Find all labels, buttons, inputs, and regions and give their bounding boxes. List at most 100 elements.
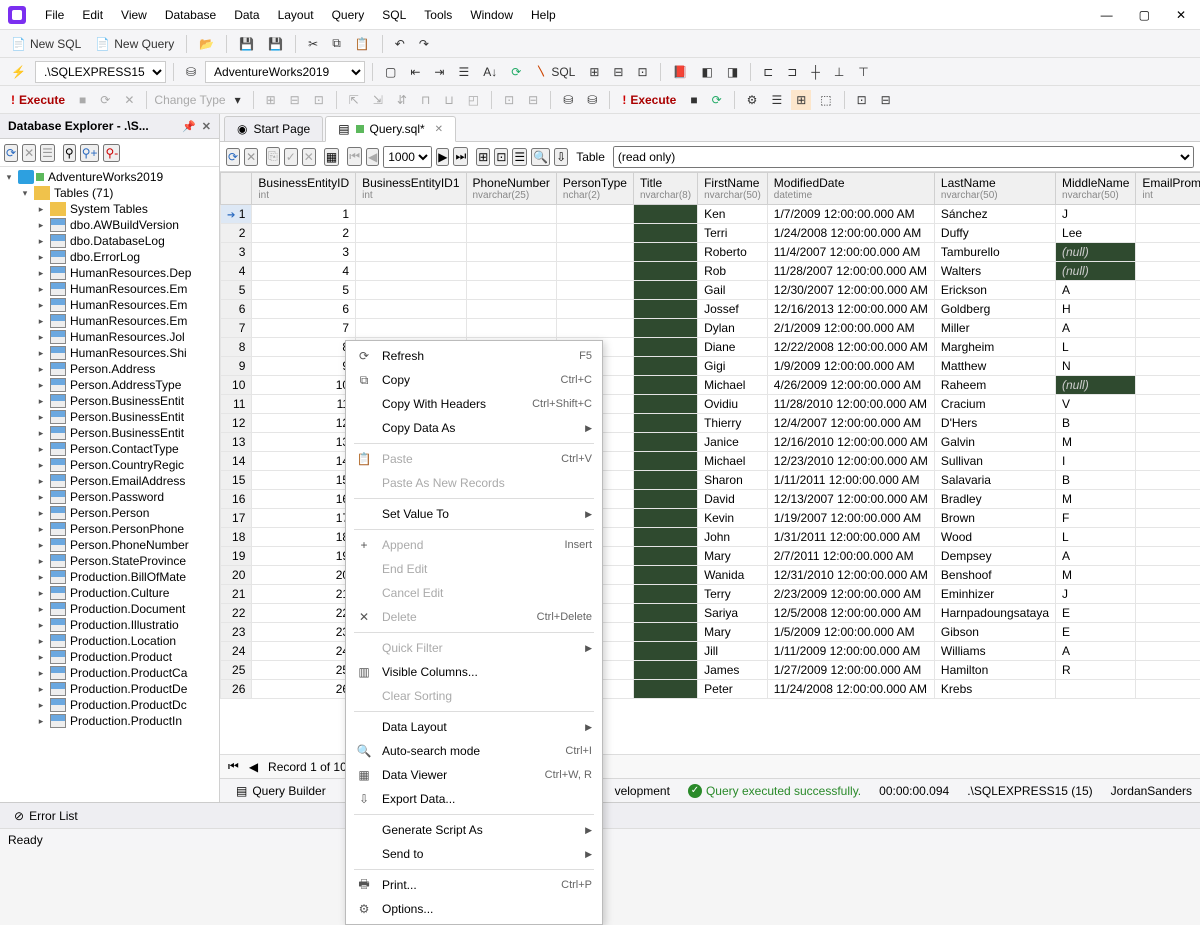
tb-btn[interactable]: ⊔ <box>439 90 458 110</box>
table-row[interactable]: 66Jossef12/16/2013 12:00:00.000 AMGoldbe… <box>221 300 1200 319</box>
tb-btn[interactable]: ⛁ <box>582 90 602 110</box>
database-combo[interactable]: AdventureWorks2019 <box>205 61 365 83</box>
menu-item-send-to[interactable]: Send to▶ <box>346 842 602 866</box>
tb-btn[interactable]: ⇵ <box>392 90 412 110</box>
prev-page-button[interactable]: ◀ <box>366 148 379 166</box>
refresh-grid-button[interactable]: ⟳ <box>226 148 240 166</box>
db-icon[interactable]: ⛁ <box>181 62 201 82</box>
tb-btn[interactable]: ◧ <box>697 62 718 82</box>
tree-item-23[interactable]: ▸Production.BillOfMate <box>0 569 219 585</box>
column-FirstName[interactable]: FirstNamenvarchar(50) <box>698 173 768 205</box>
stop-button[interactable]: ■ <box>685 90 702 110</box>
tb-btn[interactable]: ⊐ <box>782 62 802 82</box>
pin-icon[interactable]: 📌 <box>182 120 196 133</box>
menu-item-options-[interactable]: ⚙Options... <box>346 897 602 921</box>
tree-item-22[interactable]: ▸Person.StateProvince <box>0 553 219 569</box>
paste-button[interactable]: 📋 <box>350 34 375 54</box>
export-button[interactable]: ⇩ <box>554 148 568 166</box>
menu-database[interactable]: Database <box>156 4 225 26</box>
tb-btn[interactable]: ⊡ <box>499 90 519 110</box>
column-PersonType[interactable]: PersonTypenchar(2) <box>556 173 633 205</box>
menu-item-copy-with-headers[interactable]: Copy With HeadersCtrl+Shift+C <box>346 392 602 416</box>
tree-item-28[interactable]: ▸Production.Product <box>0 649 219 665</box>
open-button[interactable]: 📂 <box>194 34 219 54</box>
tb-btn[interactable]: ⬚ <box>815 90 836 110</box>
tree-item-14[interactable]: ▸Person.BusinessEntit <box>0 425 219 441</box>
card-mode-button[interactable]: ⊡ <box>494 148 508 166</box>
tb-btn[interactable]: ⊡ <box>852 90 872 110</box>
tree-item-19[interactable]: ▸Person.Person <box>0 505 219 521</box>
column-MiddleName[interactable]: MiddleNamenvarchar(50) <box>1056 173 1136 205</box>
grid-view-button[interactable]: ▦ <box>324 148 339 166</box>
tree-item-31[interactable]: ▸Production.ProductDc <box>0 697 219 713</box>
first-page-button[interactable]: ⏮ <box>347 147 362 166</box>
dropdown[interactable]: ▾ <box>230 90 246 110</box>
save-all-button[interactable]: 💾 <box>263 34 288 54</box>
menu-item-print-[interactable]: 🖶Print...Ctrl+P <box>346 873 602 897</box>
tree-item-13[interactable]: ▸Person.BusinessEntit <box>0 409 219 425</box>
first-record-button[interactable]: ⏮ <box>228 759 239 774</box>
refresh-tree-button[interactable]: ⟳ <box>4 144 18 162</box>
limit-select[interactable]: 1000 <box>383 146 432 168</box>
menu-item-data-viewer[interactable]: ▦Data ViewerCtrl+W, R <box>346 763 602 787</box>
tree-item-27[interactable]: ▸Production.Location <box>0 633 219 649</box>
tab-close-icon[interactable]: ✕ <box>435 124 443 135</box>
tree-item-0[interactable]: ▸System Tables <box>0 201 219 217</box>
tree-item-25[interactable]: ▸Production.Document <box>0 601 219 617</box>
tab-start-page[interactable]: ◉ Start Page <box>224 116 323 141</box>
table-row[interactable]: 44Rob11/28/2007 12:00:00.000 AMWalters(n… <box>221 262 1200 281</box>
tree-item-29[interactable]: ▸Production.ProductCa <box>0 665 219 681</box>
execute-button[interactable]: ! Execute <box>6 90 70 110</box>
menu-window[interactable]: Window <box>461 4 522 26</box>
tb-btn[interactable]: ⊤ <box>853 62 873 82</box>
tree-tables-folder[interactable]: ▾Tables (71) <box>0 185 219 201</box>
cut-button[interactable]: ✂ <box>303 34 323 54</box>
copy-button[interactable]: ⧉ <box>327 33 346 54</box>
tree-item-20[interactable]: ▸Person.PersonPhone <box>0 521 219 537</box>
properties-button[interactable]: ☰ <box>40 144 55 162</box>
tree-item-3[interactable]: ▸dbo.ErrorLog <box>0 249 219 265</box>
close-icon[interactable]: ✕ <box>202 120 211 133</box>
menu-query[interactable]: Query <box>323 4 374 26</box>
maximize-button[interactable]: ▢ <box>1133 6 1156 24</box>
tree-item-1[interactable]: ▸dbo.AWBuildVersion <box>0 217 219 233</box>
tb-btn[interactable]: ⊏ <box>758 62 778 82</box>
tree-item-11[interactable]: ▸Person.AddressType <box>0 377 219 393</box>
table-row[interactable]: 33Roberto11/4/2007 12:00:00.000 AMTambur… <box>221 243 1200 262</box>
tree-item-6[interactable]: ▸HumanResources.Em <box>0 297 219 313</box>
tb-btn[interactable]: ⊡ <box>632 62 652 82</box>
tb-btn[interactable]: ⊟ <box>876 90 896 110</box>
table-row[interactable]: ➔ 11Ken1/7/2009 12:00:00.000 AMSánchezJ0 <box>221 205 1200 224</box>
table-row[interactable]: 77Dylan2/1/2009 12:00:00.000 AMMillerA2 <box>221 319 1200 338</box>
tree-item-24[interactable]: ▸Production.Culture <box>0 585 219 601</box>
menu-layout[interactable]: Layout <box>269 4 323 26</box>
cancel-grid-button[interactable]: ✕ <box>244 148 258 166</box>
menu-item-set-value-to[interactable]: Set Value To▶ <box>346 502 602 526</box>
column-ModifiedDate[interactable]: ModifiedDatedatetime <box>767 173 934 205</box>
readonly-select[interactable]: (read only) <box>613 146 1194 168</box>
menu-item-visible-columns-[interactable]: ▥Visible Columns... <box>346 660 602 684</box>
stop-button[interactable]: ■ <box>74 90 91 110</box>
menu-item-data-layout[interactable]: Data Layout▶ <box>346 715 602 739</box>
tb-btn[interactable]: 📕 <box>668 62 693 82</box>
tb-btn[interactable]: ⚙ <box>742 90 763 110</box>
execute-button-2[interactable]: ! Execute <box>617 90 681 110</box>
filter-button[interactable]: ⚲ <box>63 144 76 162</box>
menu-item-export-data-[interactable]: ⇩Export Data... <box>346 787 602 811</box>
new-query-button[interactable]: 📄 New Query <box>90 34 179 54</box>
apply-button[interactable]: ✓ <box>284 148 298 166</box>
new-sql-button[interactable]: 📄 New SQL <box>6 34 86 54</box>
refresh-button[interactable]: ⟳ <box>95 90 115 110</box>
delete-node-button[interactable]: ✕ <box>22 144 36 162</box>
tree-item-5[interactable]: ▸HumanResources.Em <box>0 281 219 297</box>
server-combo[interactable]: .\SQLEXPRESS15 <box>35 61 166 83</box>
remove-button[interactable]: ⚲- <box>103 144 120 162</box>
tb-btn[interactable]: ⊞ <box>584 62 604 82</box>
column-BusinessEntityID[interactable]: BusinessEntityIDint <box>252 173 356 205</box>
menu-tools[interactable]: Tools <box>415 4 461 26</box>
menu-sql[interactable]: SQL <box>373 4 415 26</box>
column-LastName[interactable]: LastNamenvarchar(50) <box>934 173 1055 205</box>
tree-item-18[interactable]: ▸Person.Password <box>0 489 219 505</box>
column-PhoneNumber[interactable]: PhoneNumbernvarchar(25) <box>466 173 556 205</box>
text-mode-button[interactable]: ☰ <box>512 148 527 166</box>
